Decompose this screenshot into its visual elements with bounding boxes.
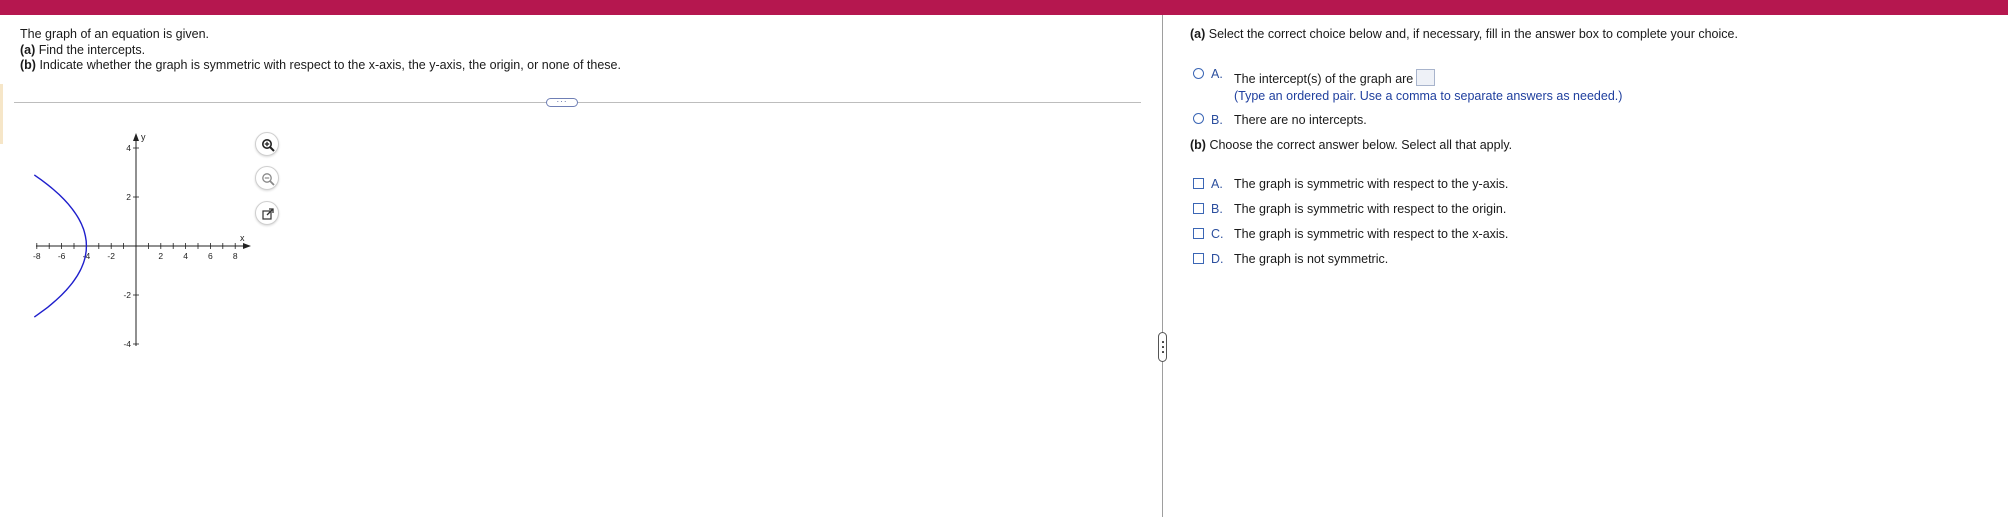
question-line-1: The graph of an equation is given.	[20, 27, 210, 41]
expand-handle[interactable]: ···	[546, 98, 578, 107]
zoom-in-button[interactable]	[255, 132, 279, 156]
part-a-instructions: (a) Select the correct choice below and,…	[1190, 27, 1738, 41]
part-b-instructions: (b) Choose the correct answer below. Sel…	[1190, 138, 1512, 152]
intercepts-answer-box[interactable]	[1416, 69, 1436, 86]
part-b-option-a-checkbox[interactable]	[1193, 178, 1204, 189]
part-a-title-label: (a)	[1190, 27, 1206, 41]
x-tick-label: -2	[107, 251, 115, 261]
part-a-label: (a)	[20, 42, 36, 57]
x-axis-arrow	[243, 243, 251, 249]
zoom-out-icon	[262, 173, 275, 186]
y-tick-label: -2	[123, 290, 131, 300]
resize-handle[interactable]	[1158, 332, 1167, 362]
part-a-title-text: Select the correct choice below and, if …	[1205, 27, 1738, 41]
part-b-option-b-checkbox[interactable]	[1193, 203, 1204, 214]
y-axis-arrow	[133, 133, 139, 141]
part-a-option-a-letter: A.	[1211, 67, 1223, 81]
x-axis-label: x	[240, 233, 245, 243]
x-tick-label: 6	[208, 251, 213, 261]
question-part-a: (a) Find the intercepts.	[20, 43, 621, 59]
part-b-option-a-text: The graph is symmetric with respect to t…	[1234, 177, 1509, 191]
part-b-title-text: Choose the correct answer below. Select …	[1205, 138, 1513, 152]
question-text: The graph of an equation is given. (a) F…	[20, 27, 621, 74]
vertical-divider	[1162, 15, 1163, 517]
part-a-option-b-radio[interactable]	[1193, 113, 1204, 124]
x-tick-label: -6	[58, 251, 66, 261]
part-b-option-d-text: The graph is not symmetric.	[1234, 252, 1389, 266]
zoom-out-button[interactable]	[255, 166, 279, 190]
question-part-b: (b) Indicate whether the graph is symmet…	[20, 58, 621, 74]
popout-icon	[262, 208, 274, 220]
part-b-option-d-letter: D.	[1211, 252, 1224, 266]
part-b-option-c-checkbox[interactable]	[1193, 228, 1204, 239]
x-tick-label: -8	[33, 251, 41, 261]
x-tick-label: 4	[183, 251, 188, 261]
part-b-text: Indicate whether the graph is symmetric …	[35, 58, 621, 72]
part-a-option-b-text: There are no intercepts.	[1234, 113, 1367, 127]
y-axis-label: y	[141, 132, 146, 142]
y-tick-label: 2	[126, 192, 131, 202]
part-b-option-c-text: The graph is symmetric with respect to t…	[1234, 227, 1509, 241]
y-tick-label: 4	[126, 143, 131, 153]
part-a-text: Find the intercepts.	[35, 42, 146, 57]
part-b-option-c-letter: C.	[1211, 227, 1224, 241]
part-b-option-b-text: The graph is symmetric with respect to t…	[1234, 202, 1507, 216]
part-a-option-a-hint: (Type an ordered pair. Use a comma to se…	[1234, 89, 1623, 103]
part-a-option-a-radio[interactable]	[1193, 68, 1204, 79]
part-b-option-b-letter: B.	[1211, 202, 1223, 216]
y-tick-label: -4	[123, 339, 131, 349]
x-tick-label: 8	[233, 251, 238, 261]
part-b-option-d-checkbox[interactable]	[1193, 253, 1204, 264]
x-tick-label: 2	[158, 251, 163, 261]
part-a-option-b-letter: B.	[1211, 113, 1223, 127]
part-b-label: (b)	[20, 58, 36, 72]
left-accent-strip	[0, 84, 3, 144]
top-header-bar	[0, 0, 2008, 15]
part-a-option-a-text: The intercept(s) of the graph are	[1234, 69, 1436, 86]
part-b-title-label: (b)	[1190, 138, 1206, 152]
graph-panel: x y -8 -6 -4 -2 2 4 6 8 4 2 -2 -4	[26, 128, 256, 358]
popout-button[interactable]	[255, 201, 279, 225]
part-a-option-a-label: The intercept(s) of the graph are	[1234, 72, 1414, 86]
part-b-option-a-letter: A.	[1211, 177, 1223, 191]
zoom-in-icon	[262, 139, 275, 152]
graph-svg: x y -8 -6 -4 -2 2 4 6 8 42-2-4	[33, 132, 251, 349]
